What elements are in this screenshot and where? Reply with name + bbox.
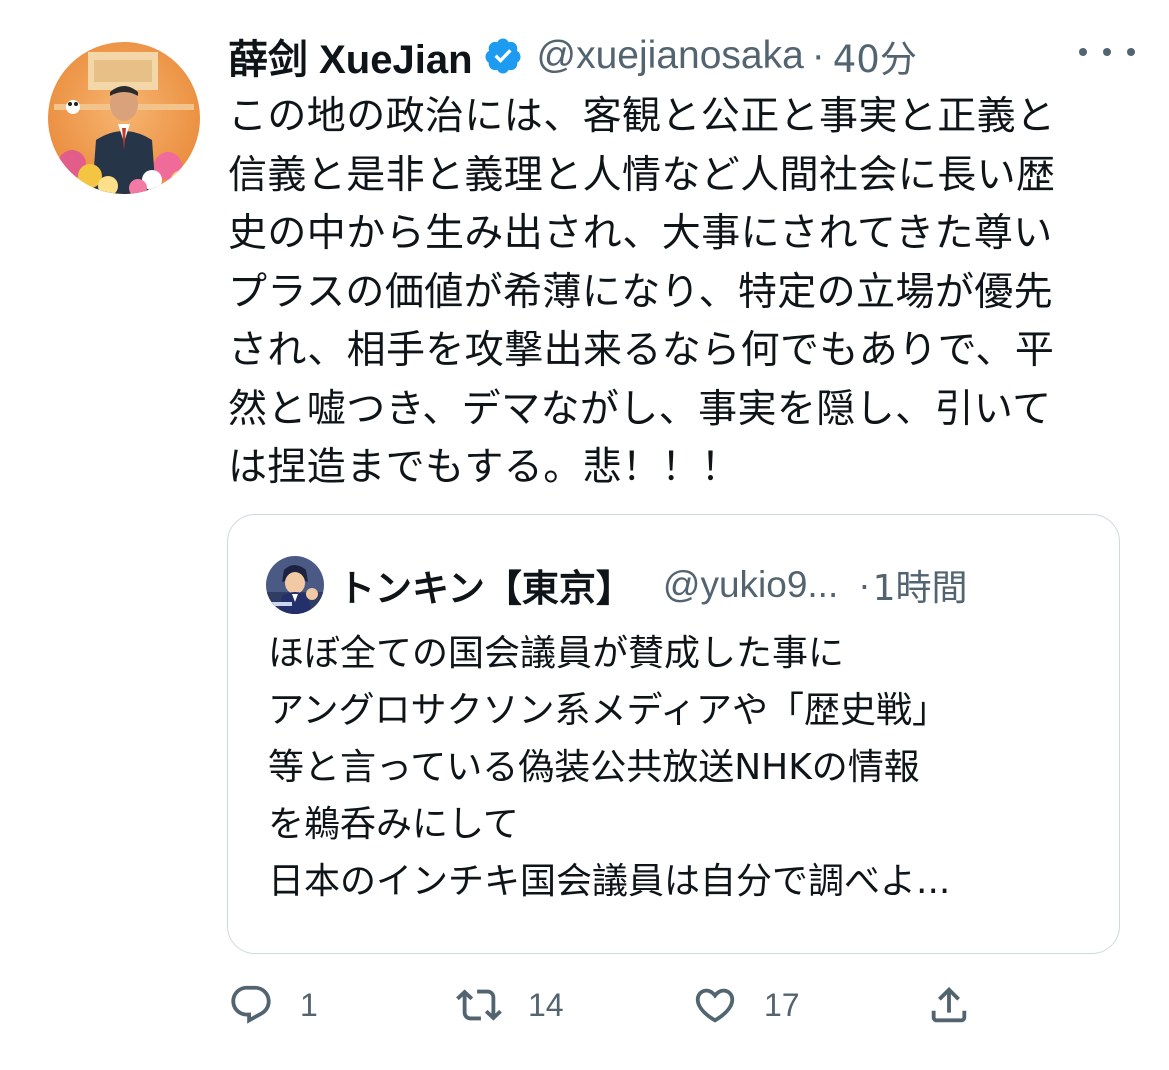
quoted-tweet-card[interactable]: トンキン【東京】 @yukio9... · 1時間 ほぼ全ての国会議員が賛成した… [227, 514, 1120, 954]
share-button[interactable] [926, 975, 972, 1035]
retweet-button[interactable]: 14 [456, 975, 564, 1035]
separator-dot: · [811, 34, 825, 77]
reply-button[interactable]: 1 [228, 975, 318, 1035]
quoted-author-avatar [266, 556, 324, 614]
author-avatar[interactable] [48, 42, 200, 194]
retweet-count: 14 [528, 986, 564, 1023]
quoted-tweet-body: ほぼ全ての国会議員が賛成した事に アングロサクソン系メディアや「歴史戦」 等と言… [268, 633, 951, 902]
author-handle[interactable]: @xuejianosaka [537, 34, 804, 78]
tweet-action-bar: 1 14 17 [228, 975, 1128, 1035]
tweet-timestamp[interactable]: 40分 [833, 29, 917, 83]
reply-count: 1 [300, 986, 318, 1023]
quoted-separator-dot: · [858, 564, 871, 605]
quoted-author-display-name: トンキン【東京】 [338, 567, 633, 610]
quoted-author-handle: @yukio9... [662, 564, 839, 605]
reply-icon [231, 985, 271, 1024]
tweet-body: この地の政治には、客観と公正と事実と正義と 信義と是非と義理と人情など人間社会に… [228, 94, 1056, 490]
quoted-tweet-timestamp: 1時間 [872, 568, 968, 609]
retweet-icon [456, 989, 502, 1021]
like-button[interactable]: 17 [692, 975, 800, 1035]
tweet-header: 薛剑 XueJian @xuejianosaka · 40分 [228, 26, 1139, 86]
heart-icon [695, 988, 735, 1023]
more-options-icon[interactable] [1079, 38, 1135, 66]
verified-badge-icon [483, 36, 523, 76]
like-count: 17 [764, 986, 800, 1023]
share-icon [931, 986, 967, 1023]
quoted-tweet-header: トンキン【東京】 @yukio9... · 1時間 [266, 555, 1089, 615]
author-display-name[interactable]: 薛剑 XueJian [228, 27, 473, 85]
